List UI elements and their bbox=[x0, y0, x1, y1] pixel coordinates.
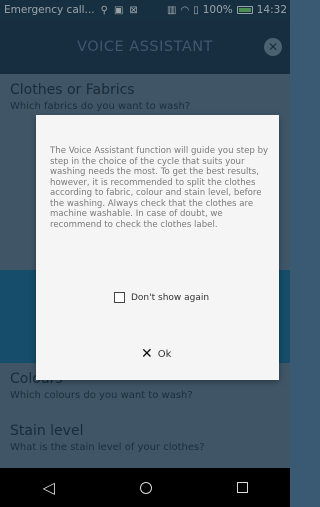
home-icon[interactable] bbox=[139, 481, 152, 494]
dont-show-again-checkbox[interactable] bbox=[114, 292, 125, 303]
checkbox-label: Don't show again bbox=[131, 292, 210, 303]
dialog-message: The Voice Assistant function will guide … bbox=[50, 146, 269, 230]
back-icon[interactable]: ◁ bbox=[42, 478, 54, 497]
ok-button[interactable]: ✕ Ok bbox=[141, 347, 171, 361]
ok-label: Ok bbox=[157, 348, 172, 360]
info-dialog: The Voice Assistant function will guide … bbox=[36, 115, 279, 380]
recents-icon[interactable] bbox=[236, 482, 248, 493]
nav-bar: ◁ bbox=[0, 468, 290, 507]
dont-show-again-row[interactable]: Don't show again bbox=[114, 292, 209, 303]
close-x-icon: ✕ bbox=[141, 346, 153, 362]
